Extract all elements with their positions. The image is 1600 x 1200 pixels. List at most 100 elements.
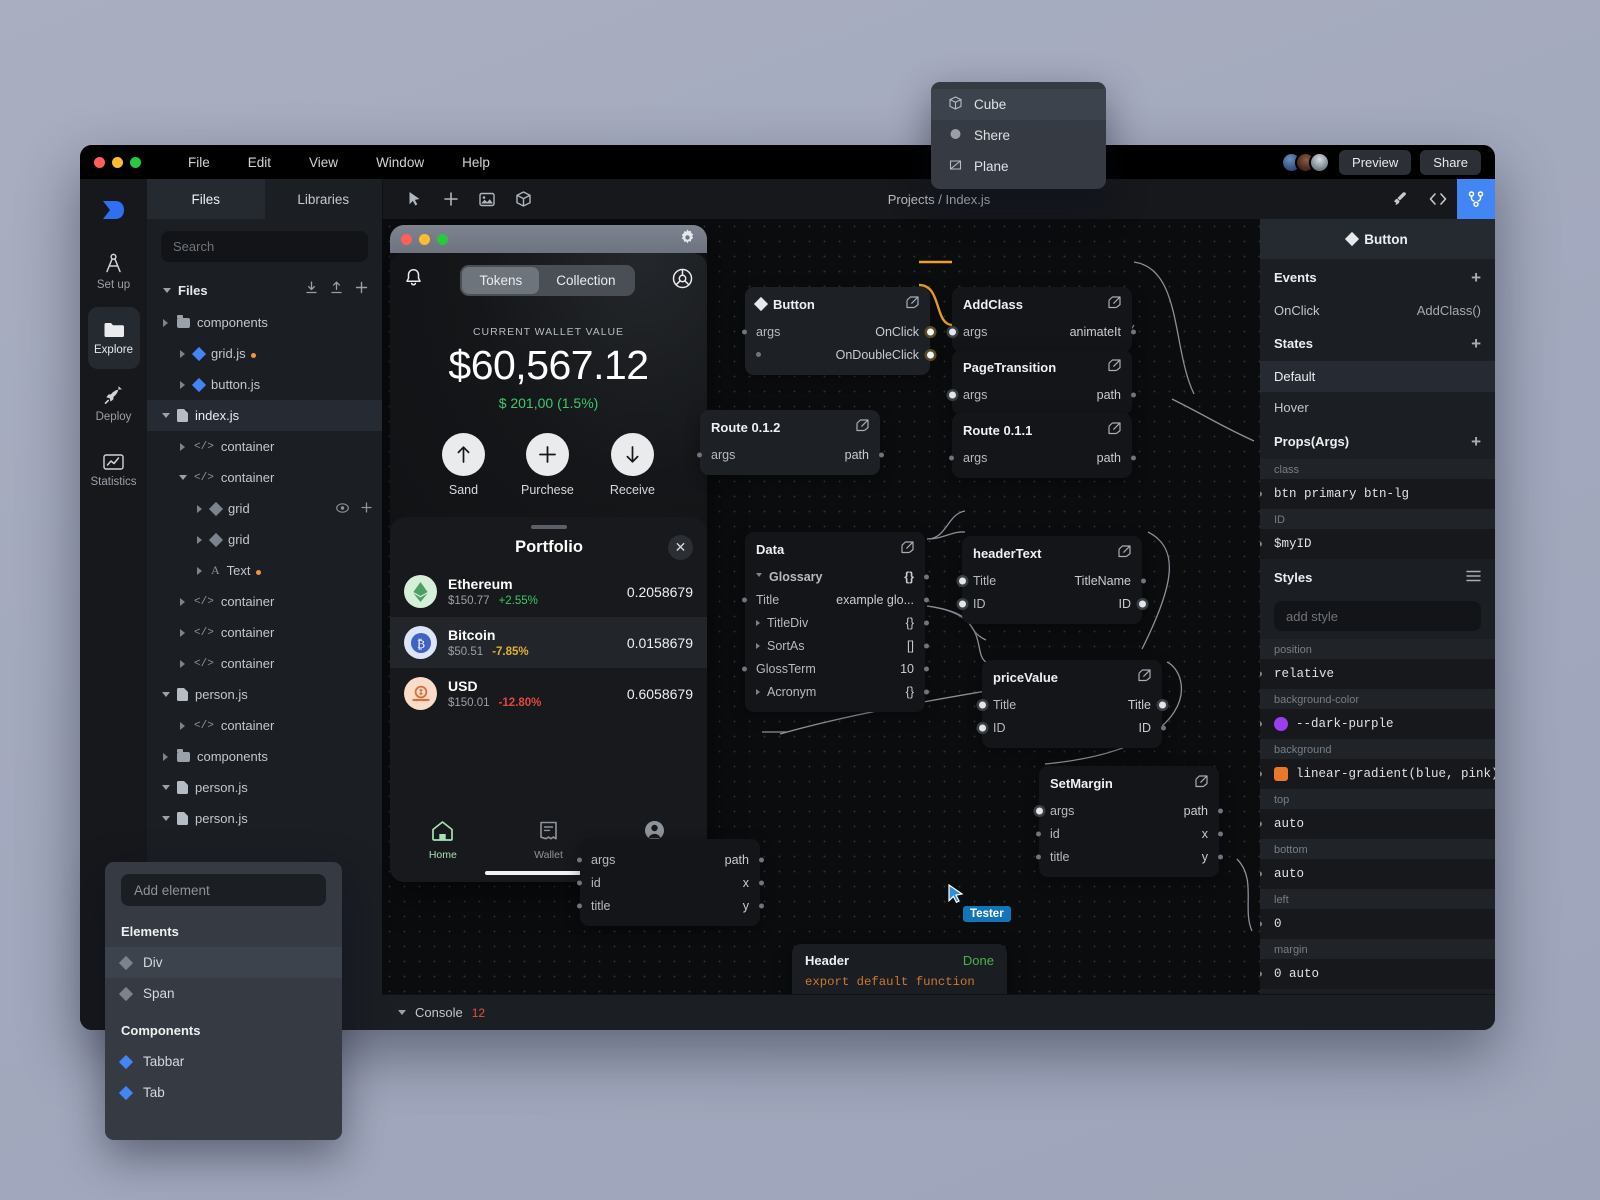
tab-files[interactable]: Files [147, 179, 265, 219]
add-file-icon[interactable] [355, 281, 368, 299]
sheet-grabber[interactable] [530, 525, 567, 529]
menu-help[interactable]: Help [443, 153, 509, 172]
maximize-window-button[interactable] [130, 156, 141, 168]
segment-tokens[interactable]: Tokens [462, 267, 540, 294]
state-default[interactable]: Default [1260, 361, 1495, 392]
node-output-pin[interactable] [1217, 808, 1223, 813]
node-output-pin[interactable] [1217, 831, 1223, 836]
node-input-pin[interactable] [576, 903, 582, 908]
tree-caret-icon[interactable] [161, 692, 170, 697]
tree-node-Text[interactable]: A Text [147, 555, 382, 586]
add-item-div[interactable]: Div [105, 947, 342, 978]
style-socket[interactable] [1260, 920, 1263, 928]
tree-node-person-js[interactable]: person.js [147, 679, 382, 710]
node-row[interactable]: Title Title [978, 693, 1166, 716]
style-socket[interactable] [1260, 820, 1263, 828]
upload-icon[interactable] [330, 281, 343, 299]
files-header-actions[interactable] [305, 281, 368, 299]
prop-value-class[interactable]: btn primary btn-lg [1260, 479, 1495, 509]
cursor-tool-button[interactable] [397, 184, 433, 214]
tree-node-container[interactable]: </> container [147, 648, 382, 679]
color-swatch[interactable] [1274, 717, 1288, 731]
traffic-lights[interactable] [94, 156, 141, 168]
files-tabs[interactable]: Files Libraries [147, 179, 382, 219]
graph-node-hidden[interactable]: args path id x title y [576, 839, 764, 926]
node-row[interactable]: GlossTerm 10 [741, 657, 929, 680]
style-value-left[interactable]: 0 [1260, 909, 1495, 939]
coin-row-ethereum[interactable]: Ethereum $150.77 +2.55% 0.2058679 [390, 566, 707, 617]
tree-caret-icon[interactable] [195, 504, 204, 513]
style-socket[interactable] [1260, 670, 1263, 678]
gear-icon[interactable] [679, 228, 696, 250]
node-output-pin[interactable] [1130, 329, 1136, 334]
tree-node-person-js[interactable]: person.js [147, 772, 382, 803]
canvas-right-tools[interactable] [1381, 179, 1495, 219]
graph-node-data[interactable]: Data Glossary {} Title example glo... TitleDi… [741, 532, 929, 712]
tree-caret-icon[interactable] [178, 628, 187, 637]
node-row[interactable]: OnDoubleClick [745, 343, 934, 366]
node-input-pin[interactable] [741, 666, 747, 671]
node-row[interactable]: Acronym {} [745, 680, 929, 703]
tree-node-components[interactable]: components [147, 307, 382, 338]
tree-caret-icon[interactable] [161, 816, 170, 821]
node-input-pin[interactable] [1035, 854, 1041, 859]
node-row[interactable]: ID ID [978, 716, 1166, 739]
node-input-pin[interactable] [978, 724, 986, 731]
menu-item-plane[interactable]: Plane [931, 151, 1106, 182]
add-event-icon[interactable]: + [1471, 269, 1481, 286]
edit-icon[interactable] [1138, 669, 1151, 685]
code-node-body[interactable]: export default function Header(title, id… [792, 974, 1007, 994]
node-output-pin[interactable] [923, 597, 929, 602]
image-tool-button[interactable] [469, 184, 505, 214]
plus-icon[interactable] [361, 501, 372, 516]
edit-icon[interactable] [1118, 545, 1131, 561]
tree-caret-icon[interactable] [178, 721, 187, 730]
nodes-tool-button[interactable] [1457, 179, 1495, 219]
cube-tool-button[interactable] [505, 184, 541, 214]
edit-icon[interactable] [1108, 296, 1121, 312]
node-output-pin[interactable] [923, 666, 929, 671]
tree-node-grid[interactable]: grid [147, 524, 382, 555]
bell-icon[interactable] [404, 268, 423, 293]
collaborator-avatars[interactable] [1281, 151, 1331, 173]
menu-window[interactable]: Window [357, 153, 443, 172]
rail-item-deploy[interactable]: Deploy [88, 373, 140, 435]
node-output-pin[interactable] [923, 643, 929, 648]
node-row[interactable]: id x [1035, 822, 1223, 845]
action-purchese[interactable]: Purchese [521, 433, 574, 497]
tree-caret-icon[interactable] [161, 318, 170, 327]
tab-home[interactable]: Ноme [390, 820, 496, 861]
style-value-top[interactable]: auto [1260, 809, 1495, 839]
graph-node-setmargin[interactable]: SetMargin args path id x title y [1035, 766, 1223, 877]
close-window-button[interactable] [94, 156, 105, 168]
wallet-actions[interactable]: Sand Purchese Receive [390, 433, 707, 497]
console-bar[interactable]: Console 12 [382, 994, 1495, 1030]
node-row[interactable]: args path [1035, 799, 1223, 822]
style-value-bottom[interactable]: auto [1260, 859, 1495, 889]
node-input-pin[interactable] [576, 880, 582, 885]
node-output-pin[interactable] [926, 351, 934, 358]
phone-maximize-button[interactable] [437, 233, 448, 245]
action-sand[interactable]: Sand [442, 433, 485, 497]
graph-node-route011[interactable]: Route 0.1.1 args path [948, 413, 1136, 478]
style-value-background[interactable]: linear-gradient(blue, pink) [1260, 759, 1495, 789]
node-row[interactable]: args animateIt [948, 320, 1136, 343]
code-tool-button[interactable] [1419, 179, 1457, 219]
segment-collection[interactable]: Collection [539, 267, 632, 294]
node-row[interactable]: SortAs [] [745, 634, 929, 657]
tab-libraries[interactable]: Libraries [265, 179, 383, 219]
color-swatch[interactable] [1274, 767, 1288, 781]
tree-caret-icon[interactable] [178, 349, 187, 358]
code-node-header[interactable]: Header Done export default function Head… [792, 944, 1007, 994]
add-style-input[interactable]: add style [1274, 601, 1481, 631]
node-input-pin[interactable] [948, 391, 956, 398]
node-input-pin[interactable] [978, 701, 986, 708]
node-row[interactable]: ID ID [958, 592, 1146, 615]
node-output-pin[interactable] [1140, 578, 1146, 583]
preview-button[interactable]: Preview [1339, 149, 1412, 175]
phone-segmented-control[interactable]: Tokens Collection [460, 265, 635, 296]
phone-minimize-button[interactable] [419, 233, 430, 245]
list-view-icon[interactable] [1466, 570, 1481, 585]
rail-item-statistics[interactable]: Statistics [88, 439, 140, 501]
node-input-pin[interactable] [1035, 807, 1043, 814]
